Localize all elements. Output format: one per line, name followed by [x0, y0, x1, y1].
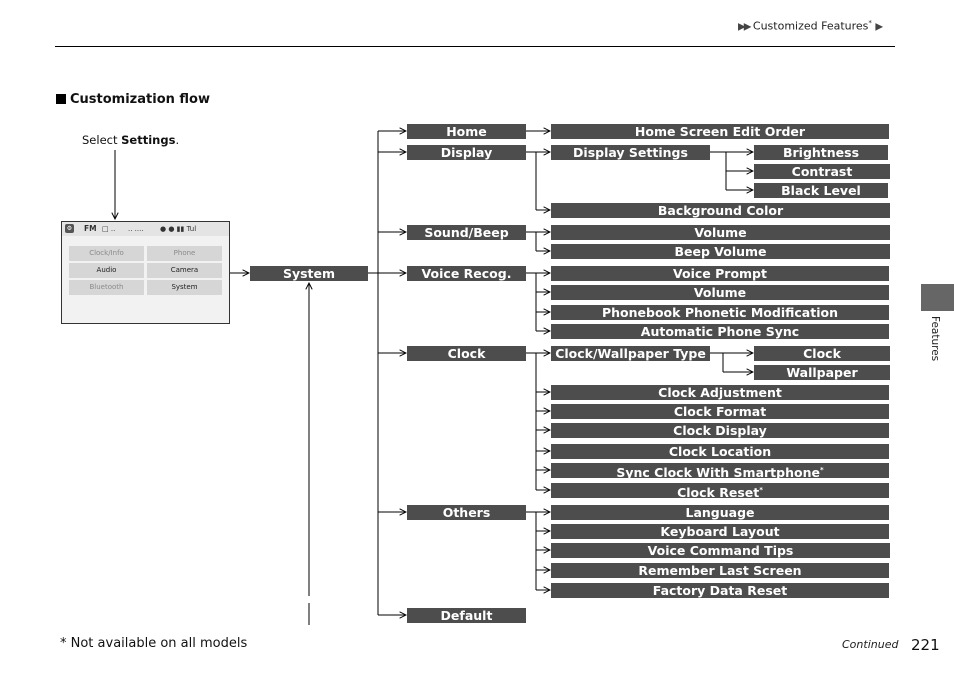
- node-display-settings: Display Settings: [551, 145, 710, 160]
- node-clock-type-wallpaper: Wallpaper: [754, 365, 890, 380]
- node-sound-beep: Sound/Beep: [407, 225, 526, 240]
- node-system: System: [250, 266, 368, 281]
- node-clock-adjustment: Clock Adjustment: [551, 385, 889, 400]
- node-clock-format: Clock Format: [551, 404, 889, 419]
- node-automatic-phone-sync: Automatic Phone Sync: [551, 324, 889, 339]
- node-clock-display: Clock Display: [551, 423, 889, 438]
- page-number: 221: [911, 636, 940, 654]
- node-keyboard-layout: Keyboard Layout: [551, 524, 889, 539]
- node-voice-volume: Volume: [551, 285, 889, 300]
- node-sync-clock-with-smartphone: Sync Clock With Smartphone*: [551, 463, 889, 478]
- node-others: Others: [407, 505, 526, 520]
- continued-label: Continued: [842, 638, 899, 651]
- features-tab-label: Features: [929, 316, 941, 362]
- footnote: * Not available on all models: [60, 636, 248, 651]
- node-clock: Clock: [407, 346, 526, 361]
- node-voice-recog: Voice Recog.: [407, 266, 526, 281]
- features-tab[interactable]: [921, 284, 954, 311]
- footnote-asterisk: *: [759, 486, 763, 494]
- node-volume: Volume: [551, 225, 890, 240]
- node-voice-prompt: Voice Prompt: [551, 266, 889, 281]
- node-clock-reset: Clock Reset*: [551, 483, 889, 498]
- clock-reset-label: Clock Reset: [677, 485, 760, 498]
- node-brightness: Brightness: [754, 145, 888, 160]
- node-factory-data-reset: Factory Data Reset: [551, 583, 889, 598]
- node-background-color: Background Color: [551, 203, 890, 218]
- node-language: Language: [551, 505, 889, 520]
- footnote-asterisk: *: [819, 466, 824, 474]
- sync-clock-label: Sync Clock With Smartphone: [616, 465, 820, 478]
- node-voice-command-tips: Voice Command Tips: [551, 543, 890, 558]
- node-clock-type-clock: Clock: [754, 346, 890, 361]
- node-contrast: Contrast: [754, 164, 890, 179]
- node-home-screen-edit-order: Home Screen Edit Order: [551, 124, 889, 139]
- node-beep-volume: Beep Volume: [551, 244, 890, 259]
- node-remember-last-screen: Remember Last Screen: [551, 563, 889, 578]
- node-clock-wallpaper-type: Clock/Wallpaper Type: [551, 346, 710, 361]
- node-default: Default: [407, 608, 526, 623]
- node-display: Display: [407, 145, 526, 160]
- node-clock-location: Clock Location: [551, 444, 889, 459]
- node-home: Home: [407, 124, 526, 139]
- node-phonebook-phonetic-modification: Phonebook Phonetic Modification: [551, 305, 889, 320]
- node-black-level: Black Level: [754, 183, 888, 198]
